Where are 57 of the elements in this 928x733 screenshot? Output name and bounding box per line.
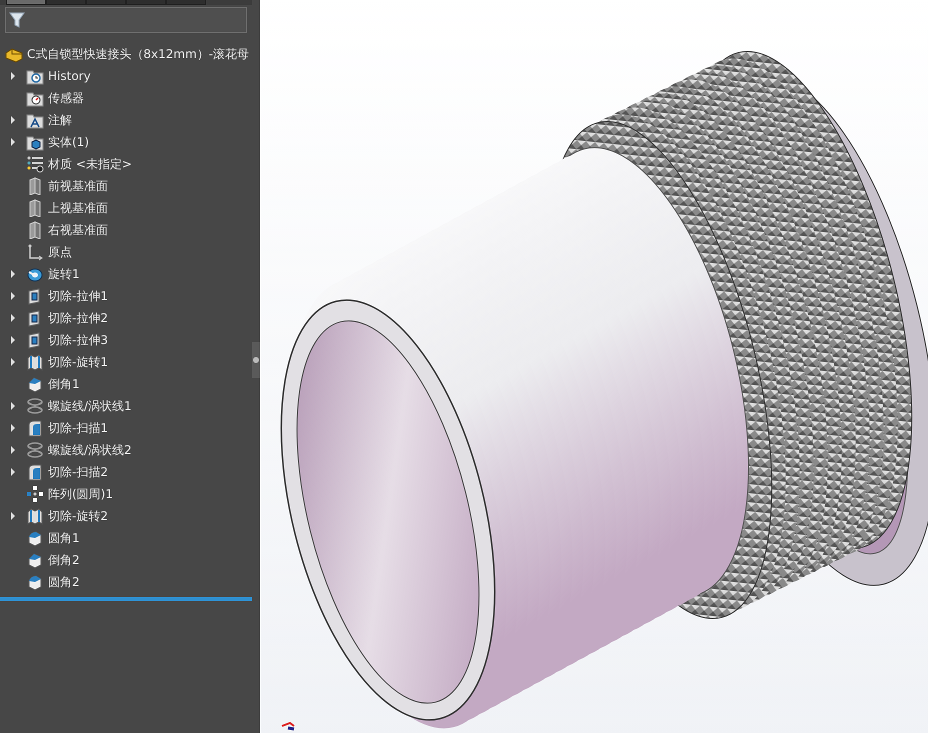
- feature-item[interactable]: 圆角1: [48, 529, 80, 547]
- chamfer-icon: [26, 375, 44, 393]
- feature-item[interactable]: 螺旋线/涡状线1: [48, 397, 132, 415]
- material-icon: [26, 155, 44, 173]
- feature-item[interactable]: 传感器: [48, 89, 84, 107]
- circular-pattern-icon: [26, 485, 44, 503]
- filter-field[interactable]: [5, 7, 247, 33]
- feature-item[interactable]: 切除-拉伸3: [48, 331, 108, 349]
- feature-item[interactable]: History: [48, 67, 91, 85]
- feature-item[interactable]: 倒角2: [48, 551, 80, 569]
- feature-item[interactable]: 圆角2: [48, 573, 80, 591]
- feature-item[interactable]: 上视基准面: [48, 199, 108, 217]
- feature-item[interactable]: 切除-拉伸1: [48, 287, 108, 305]
- cut-sweep-icon: [26, 463, 44, 481]
- expand-arrow-icon[interactable]: [8, 71, 18, 81]
- expand-arrow-icon[interactable]: [8, 137, 18, 147]
- feature-item[interactable]: 倒角1: [48, 375, 80, 393]
- expand-arrow-icon[interactable]: [8, 291, 18, 301]
- feature-item[interactable]: 实体(1): [48, 133, 89, 151]
- cut-revolve-icon: [26, 507, 44, 525]
- expand-arrow-icon[interactable]: [8, 313, 18, 323]
- expand-arrow-icon[interactable]: [8, 115, 18, 125]
- axis-triad-icon: [282, 722, 295, 730]
- helix-icon: [26, 441, 44, 459]
- feature-item[interactable]: 旋转1: [48, 265, 80, 283]
- filter-icon[interactable]: [9, 11, 25, 29]
- expand-arrow-icon[interactable]: [8, 445, 18, 455]
- expand-arrow-icon[interactable]: [8, 423, 18, 433]
- origin-icon: [26, 243, 44, 261]
- feature-item[interactable]: 螺旋线/涡状线2: [48, 441, 132, 459]
- chamfer-icon: [26, 551, 44, 569]
- cut-sweep-icon: [26, 419, 44, 437]
- grip-icon[interactable]: [253, 357, 259, 363]
- feature-item[interactable]: 切除-旋转2: [48, 507, 108, 525]
- feature-item[interactable]: 右视基准面: [48, 221, 108, 239]
- cut-revolve-icon: [26, 353, 44, 371]
- expand-arrow-icon[interactable]: [8, 511, 18, 521]
- feature-item[interactable]: 切除-扫描2: [48, 463, 108, 481]
- helix-icon: [26, 397, 44, 415]
- feature-item[interactable]: 切除-拉伸2: [48, 309, 108, 327]
- part-name[interactable]: C式自锁型快速接头（8x12mm）-滚花母: [27, 45, 250, 63]
- panel-splitter-handle[interactable]: [252, 342, 260, 378]
- panel-tab[interactable]: [6, 0, 46, 5]
- feature-item[interactable]: 前视基准面: [48, 177, 108, 195]
- feature-item[interactable]: 切除-扫描1: [48, 419, 108, 437]
- expand-arrow-icon[interactable]: [8, 401, 18, 411]
- feature-item[interactable]: 原点: [48, 243, 72, 261]
- feature-item[interactable]: 阵列(圆周)1: [48, 485, 113, 503]
- expand-arrow-icon[interactable]: [8, 335, 18, 345]
- fillet-icon: [26, 529, 44, 547]
- feature-item[interactable]: 材质 <未指定>: [48, 155, 132, 173]
- feature-item[interactable]: 切除-旋转1: [48, 353, 108, 371]
- expand-arrow-icon[interactable]: [8, 467, 18, 477]
- expand-arrow-icon[interactable]: [8, 269, 18, 279]
- expand-arrow-icon[interactable]: [8, 357, 18, 367]
- feature-item[interactable]: 注解: [48, 111, 72, 129]
- fillet-icon: [26, 573, 44, 591]
